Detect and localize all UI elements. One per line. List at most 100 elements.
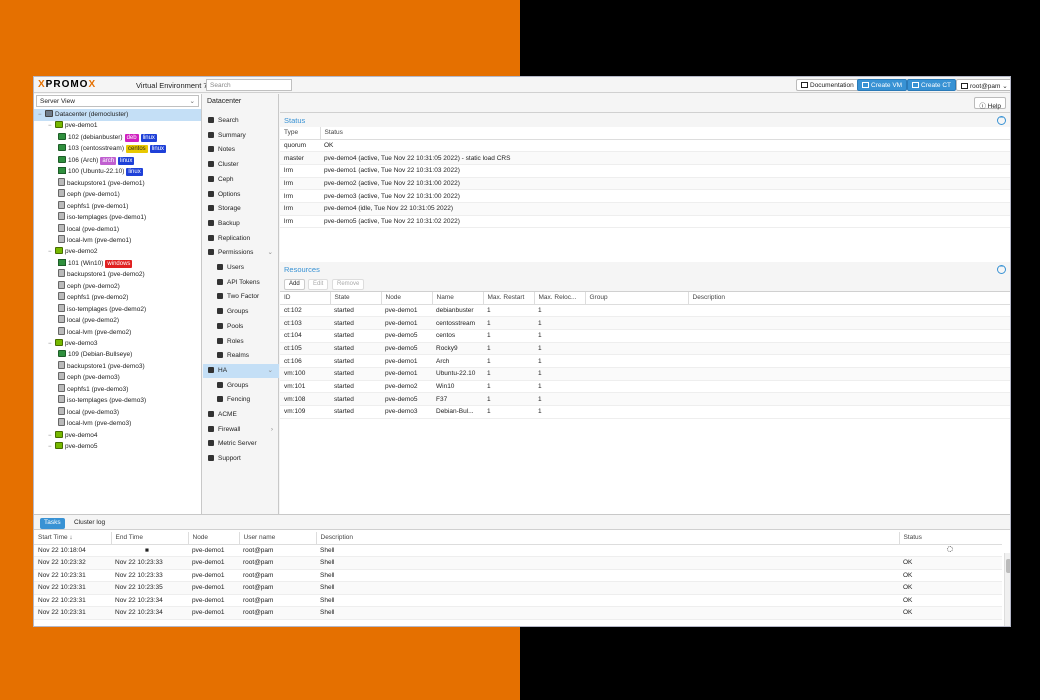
add-button[interactable]: Add <box>284 279 305 290</box>
column-header[interactable]: Max. Restart <box>483 292 535 305</box>
column-header[interactable]: Max. Reloc... <box>534 292 586 305</box>
table-row[interactable]: lrm pve-demo3 (active, Tue Nov 22 10:31:0… <box>280 189 1010 203</box>
tree-item[interactable]: − pve-demo1 <box>34 120 201 132</box>
tree-item[interactable]: iso-templages (pve-demo3) <box>34 395 201 407</box>
tree-item[interactable]: local-lvm (pve-demo2) <box>34 326 201 339</box>
nav-item-firewall[interactable]: Firewall › <box>203 423 279 437</box>
table-row[interactable]: ct:106 started pve-demo1 Arch 1 1 <box>280 354 1010 368</box>
tree-item[interactable]: − pve-demo4 <box>34 430 201 442</box>
nav-item-backup[interactable]: Backup <box>203 217 279 231</box>
tree-item[interactable]: − pve-demo3 <box>34 338 201 350</box>
tree-item[interactable]: local (pve-demo1) <box>34 223 201 236</box>
table-row[interactable]: master pve-demo4 (active, Tue Nov 22 10:3… <box>280 151 1010 165</box>
user-menu-button[interactable]: root@pam ⌄ <box>956 79 1010 91</box>
table-row[interactable]: Nov 22 10:18:04 ■ pve-demo1 root@pam Shell <box>34 544 1002 557</box>
tree-item[interactable]: ceph (pve-demo1) <box>34 189 201 201</box>
table-row[interactable]: Nov 22 10:23:31 Nov 22 10:23:34 pve-demo1 r… <box>34 606 1002 620</box>
table-row[interactable]: Nov 22 10:23:31 Nov 22 10:23:35 pve-demo1 r… <box>34 581 1002 595</box>
tree-item[interactable]: local-lvm (pve-demo3) <box>34 418 201 430</box>
tree-item[interactable]: cephfs1 (pve-demo2) <box>34 292 201 304</box>
tree-item[interactable]: − pve-demo5 <box>34 441 201 453</box>
nav-item-pools[interactable]: Pools <box>203 320 279 334</box>
tree-item[interactable]: iso-templages (pve-demo2) <box>34 303 201 316</box>
nav-item-cluster[interactable]: Cluster <box>203 158 279 172</box>
nav-item-fencing[interactable]: Fencing <box>203 393 279 407</box>
search-input[interactable]: Search <box>206 79 292 91</box>
nav-item-metric-server[interactable]: Metric Server <box>203 437 279 451</box>
tree-item[interactable]: 100 (Ubuntu-22.10) linux <box>34 166 201 178</box>
nav-item-ha[interactable]: HA ⌄ <box>203 363 279 378</box>
tree-item[interactable]: local-lvm (pve-demo1) <box>34 234 201 247</box>
table-row[interactable]: Nov 22 10:23:31 Nov 22 10:23:33 pve-demo1 r… <box>34 569 1002 582</box>
column-header[interactable]: Node <box>381 292 433 305</box>
tree-item[interactable]: backupstore1 (pve-demo1) <box>34 177 201 190</box>
tree-item[interactable]: backupstore1 (pve-demo2) <box>34 269 201 281</box>
nav-item-two-factor[interactable]: Two Factor <box>203 290 279 304</box>
expand-toggle-icon[interactable]: − <box>48 121 54 132</box>
table-row[interactable]: ct:105 started pve-demo5 Rocky9 1 1 <box>280 342 1010 356</box>
tree-item[interactable]: local (pve-demo3) <box>34 406 201 419</box>
nav-item-realms[interactable]: Realms <box>203 349 279 363</box>
table-row[interactable]: Nov 22 10:23:31 Nov 22 10:23:34 pve-demo1 r… <box>34 594 1002 607</box>
tasks-scrollbar[interactable] <box>1004 553 1010 626</box>
column-header[interactable]: Node <box>188 532 240 545</box>
column-header[interactable]: Group <box>585 292 689 305</box>
column-header[interactable]: Name <box>432 292 484 305</box>
remove-button[interactable]: Remove <box>332 279 365 290</box>
nav-item-users[interactable]: Users <box>203 261 279 275</box>
nav-item-groups[interactable]: Groups <box>203 379 279 393</box>
column-header[interactable]: Description <box>316 532 900 545</box>
tree-item[interactable]: local (pve-demo2) <box>34 315 201 327</box>
table-row[interactable]: vm:100 started pve-demo1 Ubuntu-22.10 1 1 <box>280 367 1010 381</box>
edit-button[interactable]: Edit <box>308 279 329 290</box>
column-header[interactable]: ID <box>280 292 331 305</box>
collapse-icon[interactable]: ⌃ <box>997 116 1006 125</box>
expand-toggle-icon[interactable]: − <box>48 339 54 350</box>
expand-toggle-icon[interactable]: − <box>48 442 54 453</box>
table-row[interactable]: ct:102 started pve-demo1 debianbuster 1 1 <box>280 304 1010 318</box>
nav-item-search[interactable]: Search <box>203 114 279 128</box>
column-header[interactable]: Type <box>280 127 321 140</box>
table-row[interactable]: lrm pve-demo1 (active, Tue Nov 22 10:31:0… <box>280 164 1010 178</box>
nav-item-storage[interactable]: Storage <box>203 202 279 216</box>
create-vm-button[interactable]: Create VM <box>857 79 908 91</box>
table-row[interactable]: ct:103 started pve-demo1 centosstream 1 1 <box>280 316 1010 330</box>
nav-item-groups[interactable]: Groups <box>203 305 279 319</box>
tree-item[interactable]: 102 (debianbuster) deb linux <box>34 132 201 144</box>
expand-toggle-icon[interactable]: − <box>48 247 54 258</box>
tree-item[interactable]: backupstore1 (pve-demo3) <box>34 360 201 373</box>
table-row[interactable]: vm:101 started pve-demo2 Win10 1 1 <box>280 380 1010 394</box>
documentation-button[interactable]: Documentation <box>796 79 859 91</box>
expand-toggle-icon[interactable]: − <box>48 431 54 442</box>
column-header[interactable]: State <box>330 292 382 305</box>
tab-cluster-log[interactable]: Cluster log <box>70 518 109 529</box>
tree-item[interactable]: cephfs1 (pve-demo1) <box>34 200 201 213</box>
nav-item-acme[interactable]: ACME <box>203 408 279 422</box>
column-header[interactable]: Status <box>320 127 1010 140</box>
column-header[interactable]: End Time <box>111 532 189 545</box>
nav-item-ceph[interactable]: Ceph <box>203 173 279 187</box>
tree-item[interactable]: cephfs1 (pve-demo3) <box>34 383 201 396</box>
table-row[interactable]: vm:109 started pve-demo3 Debian-Bul... 1 1 <box>280 405 1010 419</box>
nav-item-roles[interactable]: Roles <box>203 335 279 349</box>
tree-item[interactable]: 109 (Debian-Bullseye) <box>34 349 201 361</box>
column-header[interactable]: Start Time ↓ <box>34 532 112 545</box>
nav-item-permissions[interactable]: Permissions ⌄ <box>203 246 279 260</box>
table-row[interactable]: vm:108 started pve-demo5 F37 1 1 <box>280 392 1010 406</box>
nav-item-api-tokens[interactable]: API Tokens <box>203 276 279 290</box>
expand-toggle-icon[interactable]: − <box>38 110 44 121</box>
nav-item-support[interactable]: Support <box>203 452 279 466</box>
tree-item[interactable]: 103 (centosstream) centos linux <box>34 143 201 155</box>
nav-item-replication[interactable]: Replication <box>203 232 279 246</box>
tree-item[interactable]: 101 (Win10) windows <box>34 258 201 270</box>
nav-item-summary[interactable]: Summary <box>203 129 279 143</box>
column-header[interactable]: Description <box>688 292 1010 305</box>
create-ct-button[interactable]: Create CT <box>907 79 956 91</box>
table-row[interactable]: lrm pve-demo2 (active, Tue Nov 22 10:31:0… <box>280 177 1010 191</box>
tree-item[interactable]: 106 (Arch) arch linux <box>34 155 201 167</box>
nav-item-notes[interactable]: Notes <box>203 143 279 157</box>
tree-item[interactable]: ceph (pve-demo3) <box>34 372 201 384</box>
column-header[interactable]: Status <box>899 532 1002 545</box>
column-header[interactable]: User name <box>239 532 317 545</box>
table-row[interactable]: ct:104 started pve-demo5 centos 1 1 <box>280 329 1010 343</box>
